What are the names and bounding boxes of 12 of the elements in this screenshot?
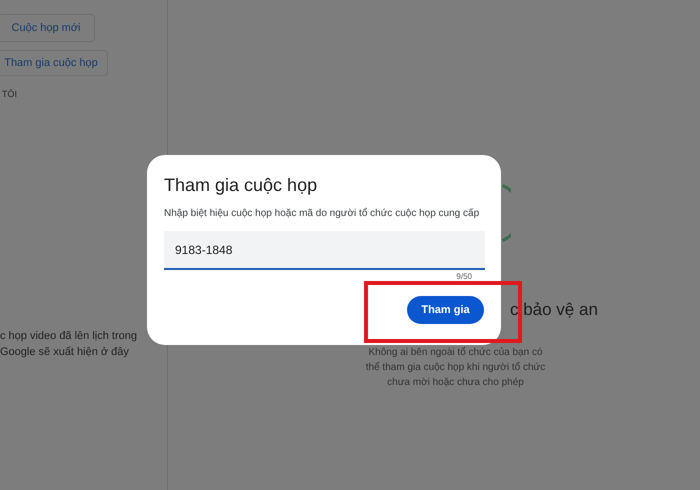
empty-state-text: c họp video đã lên lịch trong: [0, 328, 138, 344]
dialog-instruction: Nhập biệt hiệu cuộc họp hoặc mã do người tổ chức cuộc họp cung cấp: [164, 206, 480, 221]
dialog-title: Tham gia cuộc họp: [164, 174, 318, 197]
meeting-code-field[interactable]: 9183-1848: [164, 231, 485, 270]
section-label: TÔI: [2, 88, 18, 101]
main-heading: c bảo vệ an: [510, 299, 598, 321]
join-button[interactable]: Tham gia: [407, 296, 484, 324]
description-text: Không ai bên ngoài tổ chức của bạn có: [368, 346, 543, 360]
description-text: thể tham gia cuộc họp khi người tổ chức: [366, 360, 546, 375]
description-text: chưa mời hoặc chưa cho phép: [387, 376, 524, 390]
empty-state-text: Google sẽ xuất hiện ở đây: [0, 344, 130, 360]
character-counter: 9/50: [456, 271, 472, 283]
